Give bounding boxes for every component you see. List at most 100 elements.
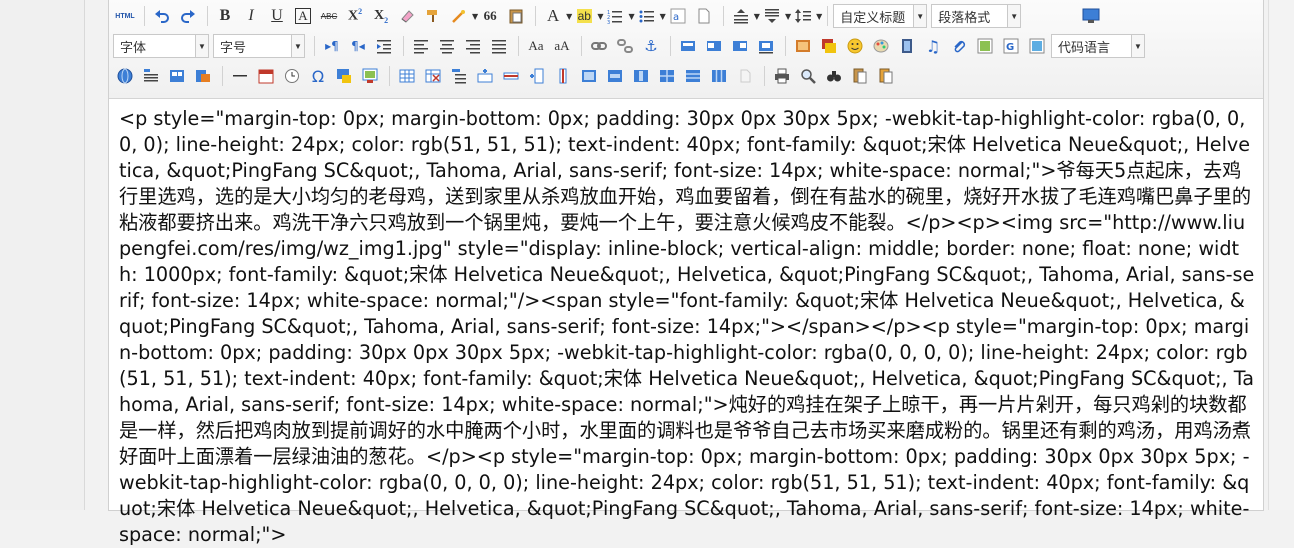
unlink-button[interactable] <box>613 34 637 58</box>
background-button[interactable] <box>165 64 189 88</box>
attachment-button[interactable] <box>947 34 971 58</box>
font-border-button[interactable]: A <box>291 4 315 28</box>
snapscreen-button[interactable] <box>332 64 356 88</box>
clipboard-icon <box>509 9 523 24</box>
lowercase-button[interactable]: aA <box>550 34 574 58</box>
split-cells-button[interactable] <box>655 64 679 88</box>
insert-video-button[interactable] <box>895 34 919 58</box>
fullscreen-button[interactable] <box>1079 4 1103 28</box>
underline-button[interactable]: U <box>265 4 289 28</box>
bold-button[interactable]: B <box>213 4 237 28</box>
superscript-button[interactable]: X2 <box>343 4 367 28</box>
google-map-button[interactable]: G <box>999 34 1023 58</box>
ordered-list-dropdown[interactable]: 1 2 3 ▼ <box>603 4 634 28</box>
custom-title-select[interactable]: 自定义标题 ▼ <box>833 4 928 28</box>
globe-icon <box>117 68 133 84</box>
uppercase-button[interactable]: Aa <box>524 34 548 58</box>
indent-button[interactable] <box>372 34 396 58</box>
eraser-button[interactable] <box>395 4 419 28</box>
editor-source-text[interactable]: <p style="margin-top: 0px; margin-bottom… <box>119 106 1255 548</box>
row-spacing-top-dropdown[interactable]: ▼ <box>729 4 760 28</box>
anchor-button[interactable]: ⚓ <box>639 34 663 58</box>
code-language-select[interactable]: 代码语言 ▼ <box>1051 34 1145 58</box>
ltr-button[interactable]: ▸¶ <box>320 34 344 58</box>
search-replace-button[interactable] <box>822 64 846 88</box>
italic-button[interactable]: I <box>239 4 263 28</box>
line-height-dropdown[interactable]: ▼ <box>791 4 822 28</box>
format-painter-button[interactable] <box>421 4 445 28</box>
split-cells-icon <box>660 70 674 82</box>
font-color-dropdown[interactable]: A ▼ <box>541 4 572 28</box>
merge-cells-button[interactable] <box>577 64 601 88</box>
preview-button[interactable] <box>796 64 820 88</box>
insert-caption-button[interactable] <box>447 64 471 88</box>
insert-music-button[interactable]: ♫ <box>921 34 945 58</box>
right-scroll-area[interactable] <box>1268 0 1294 510</box>
time-button[interactable] <box>280 64 304 88</box>
map-icon <box>977 38 993 54</box>
insert-table-button[interactable] <box>395 64 419 88</box>
calendar-icon <box>258 69 274 84</box>
split-rows-button[interactable] <box>681 64 705 88</box>
drafts-button[interactable] <box>874 64 898 88</box>
emoticon-button[interactable] <box>843 34 867 58</box>
page-break-button[interactable] <box>113 64 137 88</box>
paragraph-format-select[interactable]: 段落格式 ▼ <box>931 4 1022 28</box>
image-center-button[interactable] <box>754 34 778 58</box>
new-document-button[interactable] <box>692 4 716 28</box>
template-button[interactable] <box>139 64 163 88</box>
toolbar-separator <box>827 6 829 26</box>
link-button[interactable] <box>587 34 611 58</box>
row-spacing-bottom-dropdown[interactable]: ▼ <box>760 4 791 28</box>
background-color-dropdown[interactable]: ab ▼ <box>572 4 603 28</box>
split-cols-icon <box>712 70 726 82</box>
delete-table-button[interactable] <box>421 64 445 88</box>
map-button[interactable] <box>973 34 997 58</box>
highlight-icon: ab <box>576 9 592 23</box>
auto-typeset-dropdown[interactable]: ▼ <box>447 4 478 28</box>
merge-down-button[interactable] <box>629 64 653 88</box>
special-chars-button[interactable]: Ω <box>306 64 330 88</box>
word-image-button[interactable] <box>191 64 215 88</box>
image-left-button[interactable] <box>702 34 726 58</box>
scrawl-button[interactable] <box>869 34 893 58</box>
image-none-button[interactable] <box>676 34 700 58</box>
align-left-button[interactable] <box>409 34 433 58</box>
rtl-button[interactable]: ¶◂ <box>346 34 370 58</box>
insert-image-button[interactable] <box>791 34 815 58</box>
help-button[interactable] <box>848 64 872 88</box>
align-center-button[interactable] <box>435 34 459 58</box>
merge-right-button[interactable] <box>603 64 627 88</box>
paste-plain-button[interactable] <box>504 4 528 28</box>
redo-button[interactable] <box>176 4 200 28</box>
date-button[interactable] <box>254 64 278 88</box>
delete-col-button[interactable] <box>551 64 575 88</box>
font-family-select[interactable]: 字体 ▼ <box>113 34 209 58</box>
horizontal-rule-button[interactable] <box>228 64 252 88</box>
unordered-list-dropdown[interactable]: ▼ <box>635 4 666 28</box>
images-icon <box>822 39 836 53</box>
link-icon <box>591 42 607 50</box>
split-cols-button[interactable] <box>707 64 731 88</box>
special-char-button[interactable]: a <box>666 4 690 28</box>
align-right-button[interactable] <box>461 34 485 58</box>
insert-col-before-button[interactable] <box>525 64 549 88</box>
undo-button[interactable] <box>150 4 174 28</box>
html-source-button[interactable]: HTML <box>113 4 137 28</box>
print-button[interactable] <box>770 64 794 88</box>
strikethrough-button[interactable]: ABC <box>317 4 341 28</box>
align-center-icon <box>440 40 454 54</box>
insert-row-before-button[interactable] <box>473 64 497 88</box>
subscript-button[interactable]: X2 <box>369 4 393 28</box>
blockquote-button[interactable]: 66 <box>478 4 502 28</box>
font-size-select[interactable]: 字号 ▼ <box>213 34 305 58</box>
strikethrough-icon: ABC <box>320 11 338 21</box>
disabled-tool-button[interactable] <box>733 64 757 88</box>
delete-row-button[interactable] <box>499 64 523 88</box>
multi-image-button[interactable] <box>817 34 841 58</box>
wordimage-button[interactable] <box>358 64 382 88</box>
align-justify-button[interactable] <box>487 34 511 58</box>
font-border-icon: A <box>295 8 311 24</box>
image-right-button[interactable] <box>728 34 752 58</box>
insert-frame-button[interactable] <box>1025 34 1049 58</box>
